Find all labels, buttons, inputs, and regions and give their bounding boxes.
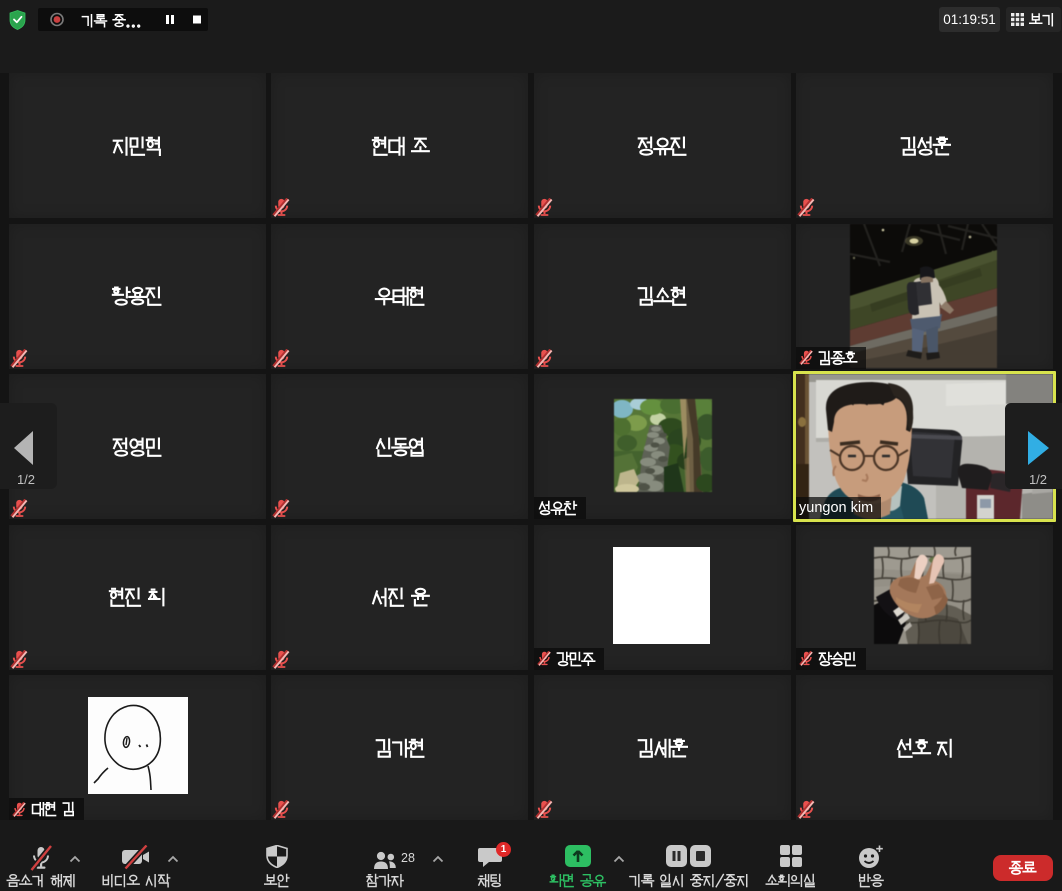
svg-text:1/2: 1/2	[1029, 472, 1047, 487]
svg-text:1/2: 1/2	[17, 472, 35, 487]
